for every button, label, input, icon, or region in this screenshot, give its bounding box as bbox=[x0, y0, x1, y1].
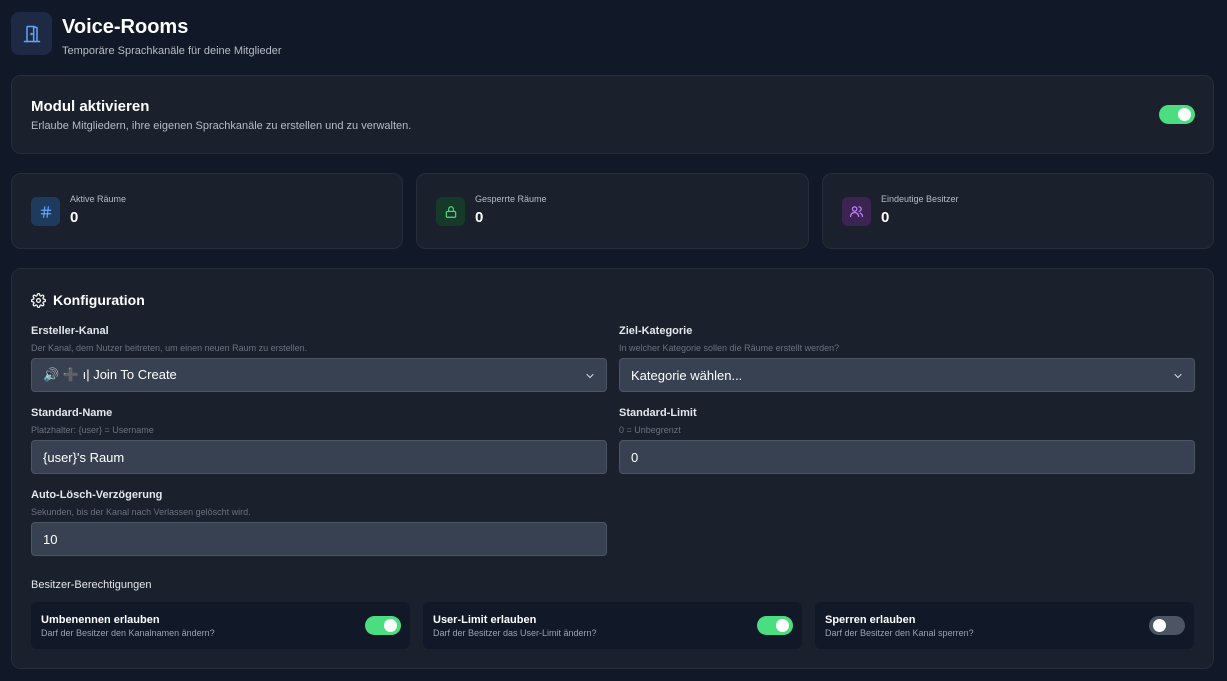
permission-title: Sperren erlauben bbox=[825, 614, 916, 626]
config-heading: Konfiguration bbox=[31, 292, 145, 308]
stat-label: Eindeutige Besitzer bbox=[881, 194, 959, 204]
page-title: Voice-Rooms bbox=[62, 16, 189, 38]
default-limit-value: 0 bbox=[631, 449, 639, 465]
stat-card-unique-owners: Eindeutige Besitzer 0 bbox=[822, 173, 1214, 249]
creator-channel-help: Der Kanal, dem Nutzer beitreten, um eine… bbox=[31, 343, 308, 353]
target-category-label: Ziel-Kategorie bbox=[619, 325, 693, 337]
creator-channel-label: Ersteller-Kanal bbox=[31, 325, 109, 337]
permission-user-limit: User-Limit erlauben Darf der Besitzer da… bbox=[423, 602, 802, 649]
target-category-value: Kategorie wählen... bbox=[631, 367, 743, 383]
permission-description: Darf der Besitzer den Kanal sperren? bbox=[825, 628, 974, 638]
hash-icon bbox=[31, 197, 60, 226]
toggle-knob bbox=[1153, 619, 1166, 632]
permission-lock: Sperren erlauben Darf der Besitzer den K… bbox=[815, 602, 1194, 649]
auto-delete-help: Sekunden, bis der Kanal nach Verlassen g… bbox=[31, 507, 251, 517]
lock-icon bbox=[436, 197, 465, 226]
lock-toggle[interactable] bbox=[1149, 616, 1185, 635]
auto-delete-input[interactable]: 10 bbox=[31, 522, 607, 556]
stat-card-active-rooms: Aktive Räume 0 bbox=[11, 173, 403, 249]
gear-icon bbox=[31, 292, 46, 308]
toggle-knob bbox=[1178, 108, 1191, 121]
permission-rename: Umbenennen erlauben Darf der Besitzer de… bbox=[31, 602, 410, 649]
default-limit-help: 0 = Unbegrenzt bbox=[619, 425, 681, 435]
permission-description: Darf der Besitzer den Kanalnamen ändern? bbox=[41, 628, 215, 638]
user-limit-toggle[interactable] bbox=[757, 616, 793, 635]
module-description: Erlaube Mitgliedern, ihre eigenen Sprach… bbox=[31, 120, 412, 132]
default-name-help: Platzhalter: {user} = Username bbox=[31, 425, 154, 435]
chevron-down-icon bbox=[586, 373, 594, 379]
stat-value: 0 bbox=[881, 209, 890, 226]
auto-delete-label: Auto-Lösch-Verzögerung bbox=[31, 489, 163, 501]
rename-toggle[interactable] bbox=[365, 616, 401, 635]
permission-title: User-Limit erlauben bbox=[433, 614, 537, 626]
stat-label: Gesperrte Räume bbox=[475, 194, 547, 204]
permission-title: Umbenennen erlauben bbox=[41, 614, 160, 626]
module-card: Modul aktivieren Erlaube Mitgliedern, ih… bbox=[11, 75, 1214, 154]
config-title: Konfiguration bbox=[53, 292, 145, 308]
page-subtitle: Temporäre Sprachkanäle für deine Mitglie… bbox=[62, 45, 282, 57]
default-name-label: Standard-Name bbox=[31, 407, 113, 419]
permission-description: Darf der Besitzer das User-Limit ändern? bbox=[433, 628, 597, 638]
door-icon bbox=[11, 12, 52, 55]
auto-delete-value: 10 bbox=[43, 531, 58, 547]
stat-card-locked-rooms: Gesperrte Räume 0 bbox=[416, 173, 809, 249]
creator-channel-value: 🔊 ➕ ı| Join To Create bbox=[43, 367, 177, 382]
toggle-knob bbox=[776, 619, 789, 632]
config-card: Konfiguration Ersteller-Kanal Der Kanal,… bbox=[11, 268, 1214, 669]
stat-value: 0 bbox=[475, 209, 484, 226]
stat-label: Aktive Räume bbox=[70, 194, 127, 204]
default-limit-input[interactable]: 0 bbox=[619, 440, 1195, 474]
permissions-heading: Besitzer-Berechtigungen bbox=[31, 579, 152, 591]
users-icon bbox=[842, 197, 871, 226]
module-title: Modul aktivieren bbox=[31, 98, 150, 115]
target-category-help: In welcher Kategorie sollen die Räume er… bbox=[619, 343, 840, 353]
chevron-down-icon bbox=[1174, 373, 1182, 379]
default-name-value: {user}'s Raum bbox=[43, 449, 125, 465]
module-toggle[interactable] bbox=[1159, 105, 1195, 124]
creator-channel-select[interactable]: 🔊 ➕ ı| Join To Create bbox=[31, 358, 607, 392]
default-name-input[interactable]: {user}'s Raum bbox=[31, 440, 607, 474]
page-header: Voice-Rooms Temporäre Sprachkanäle für d… bbox=[11, 12, 282, 57]
stat-value: 0 bbox=[70, 209, 79, 226]
toggle-knob bbox=[384, 619, 397, 632]
target-category-select[interactable]: Kategorie wählen... bbox=[619, 358, 1195, 392]
default-limit-label: Standard-Limit bbox=[619, 407, 697, 419]
